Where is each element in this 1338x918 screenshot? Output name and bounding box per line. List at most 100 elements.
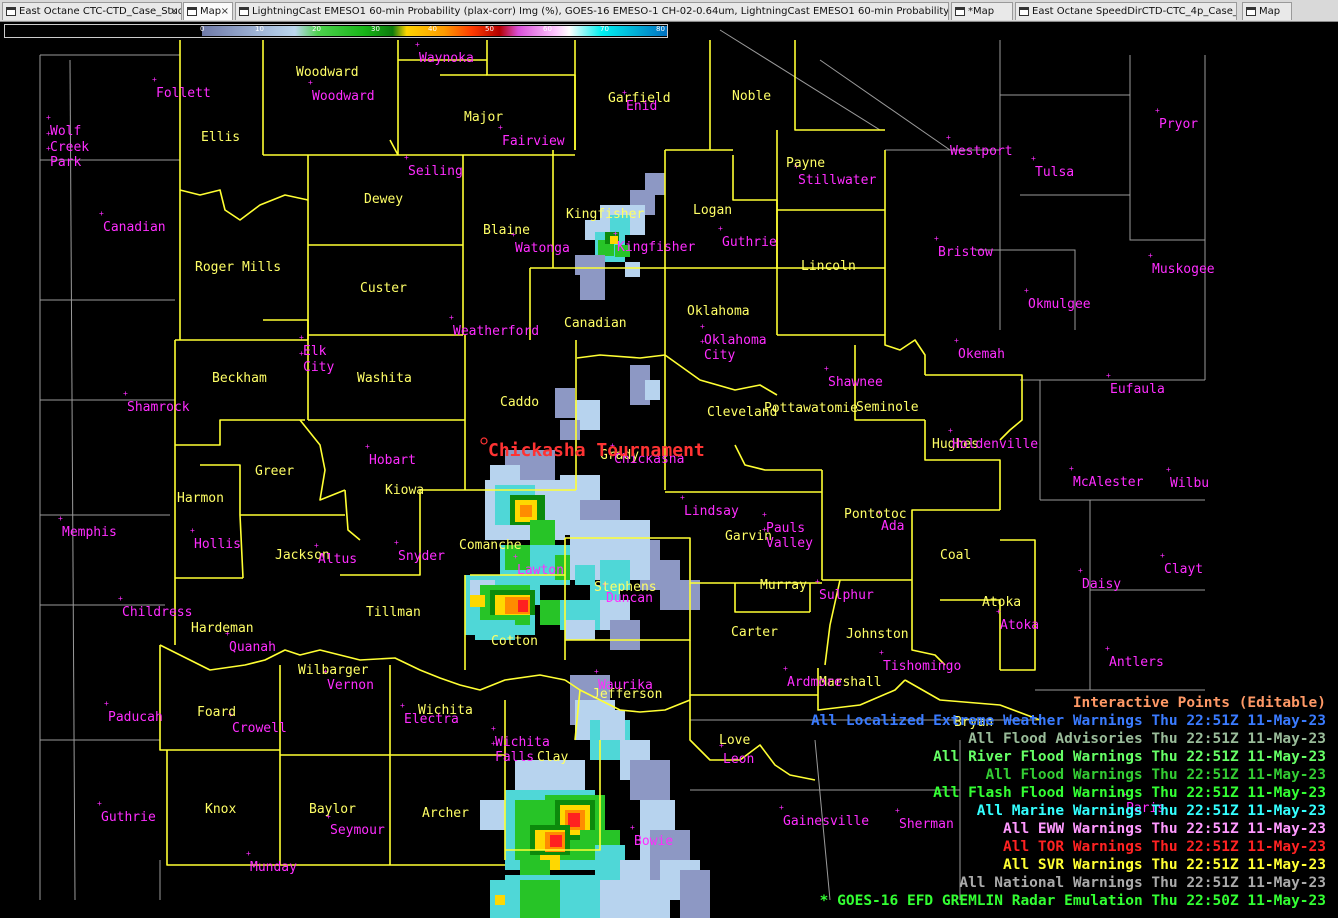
county-label: Garvin	[725, 529, 772, 544]
probability-cell	[520, 880, 560, 918]
county-label: Cotton	[491, 634, 538, 649]
city-marker: +	[58, 514, 63, 523]
legend-entry[interactable]: All TOR Warnings Thu 22:51Z 11-May-23	[1003, 839, 1326, 855]
city-label: Kingfisher	[617, 240, 696, 255]
county-label: Greer	[255, 464, 295, 479]
city-marker: +	[1155, 106, 1160, 115]
city-label: Shawnee	[828, 375, 883, 390]
close-tab-icon[interactable]: ×	[170, 3, 178, 20]
county-label: Tillman	[366, 605, 421, 620]
city-label: Pryor	[1159, 117, 1199, 132]
legend-entry[interactable]: All Localized Extreme Weather Warnings T…	[811, 713, 1326, 729]
city-label: Falls	[495, 750, 535, 765]
county-label: Kingfisher	[566, 207, 645, 222]
city-marker: +	[1069, 464, 1074, 473]
probability-cell	[540, 600, 560, 625]
legend-entry[interactable]: All River Flood Warnings Thu 22:51Z 11-M…	[933, 749, 1326, 765]
city-label: Sulphur	[819, 588, 874, 603]
county-label: Payne	[786, 156, 826, 171]
legend-entry[interactable]: All Flood Warnings Thu 22:51Z 11-May-23	[986, 767, 1326, 783]
colorbar-tick: 0	[200, 25, 205, 33]
city-label: Paducah	[108, 710, 163, 725]
tab-5[interactable]: Map	[1242, 2, 1292, 20]
legend-entry[interactable]: All SVR Warnings Thu 22:51Z 11-May-23	[1003, 857, 1326, 873]
city-label: Weatherford	[453, 324, 540, 339]
probability-cell	[580, 270, 605, 300]
city-label: Seymour	[330, 823, 385, 838]
tab-label: LightningCast EMESO1 60-min Probability …	[252, 6, 949, 17]
city-label: City	[704, 348, 736, 363]
probability-cell	[480, 800, 505, 830]
city-label: Fairview	[502, 134, 565, 149]
city-label: Westport	[950, 144, 1013, 159]
poi-marker[interactable]	[480, 437, 488, 445]
city-marker: +	[1031, 154, 1036, 163]
city-label: Bowie	[634, 834, 674, 849]
tab-4[interactable]: East Octane SpeedDirCTD-CTC_4p_Case_Stud…	[1015, 2, 1237, 20]
close-tab-icon[interactable]: ×	[221, 3, 229, 20]
city-marker: +	[394, 538, 399, 547]
city-label: Guthrie	[722, 235, 777, 250]
map-tab-icon	[1019, 7, 1029, 16]
city-label: Electra	[404, 712, 459, 727]
legend-entry[interactable]: All Flash Flood Warnings Thu 22:51Z 11-M…	[933, 785, 1326, 801]
legend-entry[interactable]: Interactive Points (Editable)	[1073, 695, 1326, 711]
legend-entry[interactable]: All EWW Warnings Thu 22:51Z 11-May-23	[1003, 821, 1326, 837]
city-label: Atoka	[1000, 618, 1040, 633]
city-label: Elk	[303, 344, 327, 359]
tab-3[interactable]: *Map	[951, 2, 1013, 20]
city-label: McAlester	[1073, 475, 1144, 490]
city-marker: +	[613, 229, 618, 238]
county-label: Blaine	[483, 223, 530, 238]
city-marker: +	[415, 40, 420, 49]
county-label: Lincoln	[801, 259, 856, 274]
city-label: Clayt	[1164, 562, 1204, 577]
city-label: Lawton	[517, 563, 564, 578]
map-display[interactable]: + + + + + + + + + + + + + + + + + + + + + + + + + + + + + + + + + + + + + + + +…	[0, 22, 1338, 918]
city-marker: +	[104, 699, 109, 708]
city-marker: +	[299, 333, 304, 342]
county-label: Pottawatomie	[764, 401, 858, 416]
probability-cell	[560, 420, 580, 440]
county-label: Seminole	[856, 400, 919, 415]
county-label: Knox	[205, 802, 237, 817]
city-marker: +	[152, 75, 157, 84]
probability-cell	[630, 760, 670, 800]
probability-cell	[680, 870, 710, 918]
poi-label[interactable]: Chickasha Tournament	[488, 440, 705, 461]
city-marker: +	[1105, 644, 1110, 653]
legend-entry[interactable]: * GOES-16 EFD GREMLIN Radar Emulation Th…	[820, 893, 1326, 909]
map-canvas[interactable]: + + + + + + + + + + + + + + + + + + + + + + + + + + + + + + + + + + + + + + + +…	[0, 22, 1338, 918]
colorbar-tick: 30	[371, 25, 380, 33]
legend-entry[interactable]: All Marine Warnings Thu 22:51Z 11-May-23	[977, 803, 1326, 819]
city-label: Hollis	[194, 537, 241, 552]
city-marker: +	[404, 153, 409, 162]
probability-cell	[520, 505, 532, 517]
legend-entry[interactable]: All National Warnings Thu 22:51Z 11-May-…	[959, 875, 1326, 891]
probability-cell	[565, 620, 595, 640]
probability-cell	[568, 813, 580, 827]
tab-label: East Octane SpeedDirCTD-CTC_4p_Case_Stud…	[1032, 6, 1236, 17]
tab-label: Map	[1259, 6, 1281, 17]
tab-0[interactable]: East Octane CTC-CTD_Case_Study ×	[2, 2, 182, 20]
county-label: Comanche	[459, 538, 522, 553]
legend-entry[interactable]: All Flood Advisories Thu 22:51Z 11-May-2…	[968, 731, 1326, 747]
city-label: Shamrock	[127, 400, 190, 415]
colorbar-tick: 70	[600, 25, 609, 33]
city-label: Wolf	[50, 124, 82, 139]
county-label: Coal	[940, 548, 972, 563]
city-label: Enid	[626, 99, 658, 114]
tab-bar: East Octane CTC-CTD_Case_Study × Map × Light…	[0, 0, 1338, 22]
county-label: Woodward	[296, 65, 359, 80]
city-label: Lindsay	[684, 504, 739, 519]
city-marker: +	[783, 664, 788, 673]
city-label: Memphis	[62, 525, 117, 540]
city-marker: +	[948, 426, 953, 435]
probability-cell	[600, 710, 625, 740]
city-marker: +	[123, 389, 128, 398]
city-label: Wichita	[495, 735, 550, 750]
city-label: Waurika	[598, 678, 653, 693]
tab-2[interactable]: LightningCast EMESO1 60-min Probability …	[235, 2, 949, 20]
city-marker: +	[630, 823, 635, 832]
tab-1[interactable]: Map ×	[183, 2, 233, 20]
